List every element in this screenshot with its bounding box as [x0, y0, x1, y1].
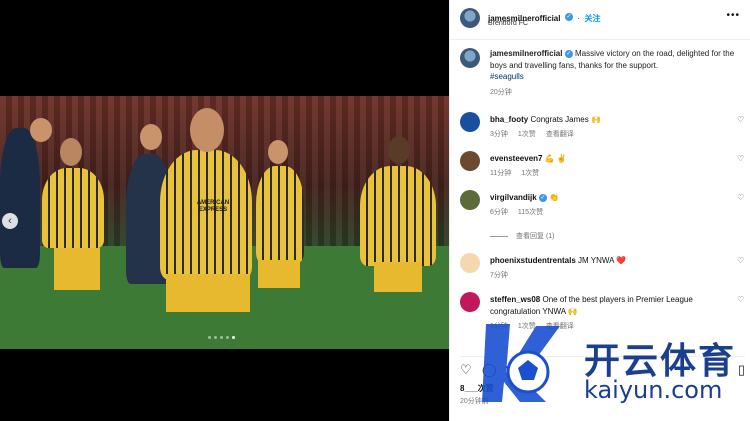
- verified-icon: ✓: [564, 49, 573, 58]
- like-comment-icon[interactable]: ♡: [737, 257, 745, 265]
- player-figure: [256, 166, 304, 262]
- post-header: jamesmilnerofficial ✓ · 关注 Brentford FC …: [450, 0, 750, 40]
- like-comment-icon[interactable]: ♡: [737, 116, 745, 124]
- player-head: [268, 140, 288, 164]
- comment-username[interactable]: phoenixstudentrentals: [490, 256, 576, 265]
- commenter-avatar[interactable]: [460, 253, 480, 273]
- dot-separator: ·: [577, 14, 581, 23]
- carousel-dot-active: [232, 336, 235, 339]
- post-time: 20分钟前: [460, 398, 489, 405]
- likes-count[interactable]: 8___次赞: [460, 383, 494, 394]
- details-pane: jamesmilnerofficial ✓ · 关注 Brentford FC …: [449, 0, 750, 421]
- media-pane: AMERICAN EXPRESS ‹: [0, 0, 449, 421]
- carousel-dot: [214, 336, 217, 339]
- view-replies-link[interactable]: 查看回复 (1): [490, 231, 555, 241]
- verified-icon: ✓: [564, 12, 573, 21]
- comment-text: Congrats James 🙌: [530, 115, 601, 124]
- carousel-dots: [208, 336, 235, 339]
- see-translation-link[interactable]: 查看翻译: [546, 321, 574, 331]
- post-location[interactable]: Brentford FC: [488, 20, 528, 27]
- comment-text: 👏: [549, 193, 560, 202]
- share-icon[interactable]: ➤: [504, 363, 515, 376]
- caption-hashtag[interactable]: #seagulls: [490, 72, 742, 81]
- caption-username[interactable]: jamesmilnerofficial: [490, 49, 562, 58]
- commenter-avatar[interactable]: [460, 151, 480, 171]
- comment-time: 6分钟: [490, 209, 508, 216]
- player-shorts: [54, 248, 100, 290]
- comment-likes[interactable]: 115次赞: [518, 207, 543, 217]
- author-avatar[interactable]: [460, 48, 480, 68]
- player-head: [140, 124, 162, 150]
- carousel-dot: [208, 336, 211, 339]
- comment-username[interactable]: bha_footy: [490, 115, 528, 124]
- main-player-shorts: [166, 274, 250, 312]
- comment-likes[interactable]: 1次赞: [518, 129, 536, 139]
- player-shorts: [374, 262, 422, 292]
- player-head: [30, 118, 52, 142]
- comment-icon[interactable]: ◯: [482, 363, 497, 376]
- caption-text: jamesmilnerofficial ✓ Massive victory on…: [490, 48, 742, 72]
- comment-time: 11分钟: [490, 170, 512, 177]
- action-bar: ♡ ◯ ➤ ▯: [460, 356, 745, 376]
- caption-time: 20分钟: [490, 89, 512, 96]
- carousel-dot: [226, 336, 229, 339]
- comment-username[interactable]: steffen_ws08: [490, 295, 540, 304]
- comment-time: 3分钟: [490, 131, 508, 138]
- see-translation-link[interactable]: 查看翻译: [546, 129, 574, 139]
- commenter-avatar[interactable]: [460, 292, 480, 312]
- comment-likes[interactable]: 1次赞: [521, 168, 539, 178]
- follow-button[interactable]: 关注: [585, 14, 601, 23]
- player-shorts: [258, 260, 300, 288]
- author-avatar[interactable]: [460, 8, 480, 28]
- player-figure: [42, 168, 104, 248]
- carousel-prev-icon[interactable]: ‹: [2, 213, 18, 229]
- player-figure: [360, 166, 436, 266]
- player-head: [60, 138, 82, 166]
- comment-text: JM YNWA ❤️: [578, 256, 627, 265]
- like-icon[interactable]: ♡: [460, 363, 472, 376]
- post-photo: AMERICAN EXPRESS: [0, 96, 449, 349]
- carousel-dot: [220, 336, 223, 339]
- comment-text: 💪 ✌️: [544, 154, 567, 163]
- main-player-head: [190, 108, 224, 152]
- player-figure: [0, 128, 40, 268]
- comment-time: 7分钟: [490, 272, 508, 279]
- save-icon[interactable]: ▯: [738, 363, 745, 376]
- like-comment-icon[interactable]: ♡: [737, 296, 745, 304]
- like-comment-icon[interactable]: ♡: [737, 194, 745, 202]
- comment-username[interactable]: virgilvandijk: [490, 193, 537, 202]
- like-comment-icon[interactable]: ♡: [737, 155, 745, 163]
- comment-time: 1分钟: [490, 323, 508, 330]
- more-options-icon[interactable]: •••: [726, 10, 740, 21]
- comment-username[interactable]: evensteeven7: [490, 154, 542, 163]
- verified-icon: ✓: [538, 193, 547, 202]
- commenter-avatar[interactable]: [460, 112, 480, 132]
- main-player-jersey: [160, 150, 252, 280]
- player-head: [388, 136, 410, 164]
- comment-likes[interactable]: 1次赞: [518, 321, 536, 331]
- commenter-avatar[interactable]: [460, 190, 480, 210]
- sponsor-text: AMERICAN EXPRESS: [196, 200, 230, 213]
